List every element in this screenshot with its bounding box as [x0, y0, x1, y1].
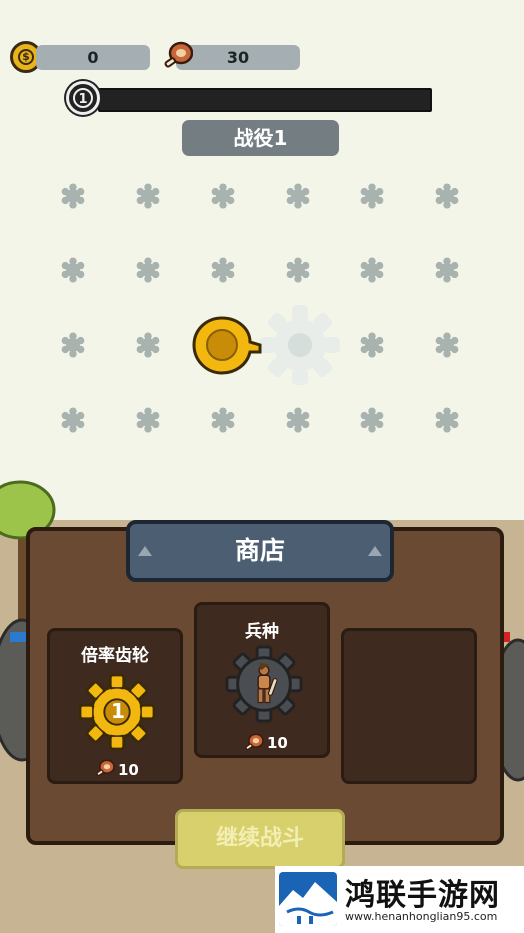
gear-slot[interactable] [434, 257, 460, 283]
item-price: 10 [118, 761, 139, 779]
gear-slot[interactable] [359, 257, 385, 283]
gear-slot[interactable] [135, 257, 161, 283]
gear-slot[interactable] [434, 407, 460, 433]
gear-slot[interactable] [434, 183, 460, 209]
meat-icon [245, 733, 264, 751]
shop-item-multiplier-gear[interactable]: 倍率齿轮 1 10 [47, 628, 183, 784]
gear-slot[interactable] [285, 183, 311, 209]
meat-counter: 30 [176, 45, 300, 70]
left-flag [10, 632, 26, 642]
gear-slot[interactable] [60, 407, 86, 433]
item-price: 10 [267, 734, 288, 752]
shop-banner: 商店 [126, 520, 394, 582]
watermark-title: 鸿联手游网 [345, 878, 500, 913]
gear-slot[interactable] [285, 407, 311, 433]
gear-slot[interactable] [210, 183, 236, 209]
gear-slot[interactable] [135, 332, 161, 358]
meat-icon [96, 759, 115, 777]
shop-item-unit-type[interactable]: 兵种 10 [194, 602, 330, 758]
gear-slot[interactable] [434, 332, 460, 358]
gear-slot[interactable] [135, 183, 161, 209]
item-name: 兵种 [245, 622, 279, 642]
banner-rivet-right [368, 546, 382, 556]
watermark-logo [279, 872, 337, 926]
battle-title: 战役1 [182, 120, 339, 156]
shop-title: 商店 [234, 536, 285, 565]
gear-slot[interactable] [359, 407, 385, 433]
gear-slot[interactable] [60, 332, 86, 358]
gear-slot[interactable] [60, 257, 86, 283]
gear-slot[interactable] [210, 257, 236, 283]
level-badge: 1 [66, 81, 100, 115]
coin-count: 0 [87, 48, 99, 67]
selected-slot-gear[interactable] [258, 303, 342, 387]
gear-slot[interactable] [135, 407, 161, 433]
meat-icon [164, 41, 193, 68]
gear-slot[interactable] [60, 183, 86, 209]
continue-battle-button[interactable]: 继续战斗 [175, 809, 345, 869]
gear-slot[interactable] [359, 183, 385, 209]
meat-count: 30 [226, 48, 250, 67]
level-number: 1 [73, 88, 93, 108]
watermark: 鸿联手游网 www.henanhonglian95.com [275, 866, 524, 933]
watermark-url: www.henanhonglian95.com [345, 910, 498, 923]
level-progress-bar [98, 88, 432, 112]
caveman-gear-icon [225, 645, 303, 723]
gold-start-gear[interactable] [190, 314, 262, 376]
gear-slot[interactable] [210, 407, 236, 433]
gear-slot[interactable] [359, 332, 385, 358]
item-name: 倍率齿轮 [81, 646, 149, 666]
coin-counter: 0 [36, 45, 150, 70]
shop-item-empty [341, 628, 477, 784]
gear-multiplier-value: 1 [111, 699, 125, 723]
gear-slot[interactable] [285, 257, 311, 283]
